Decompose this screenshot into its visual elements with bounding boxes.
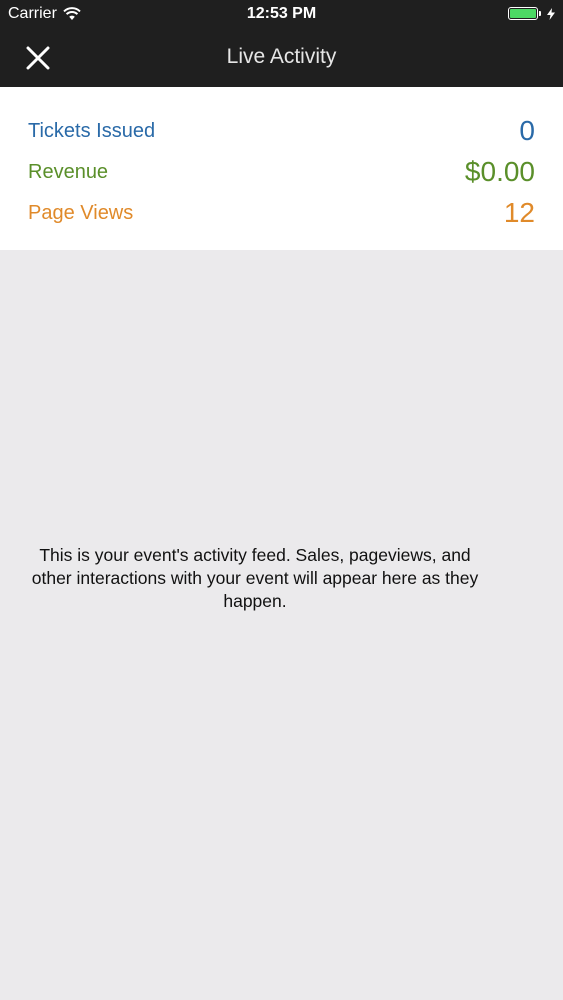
feed-empty-message: This is your event's activity feed. Sale… [31,545,479,611]
stat-value: 12 [503,197,535,228]
battery-tip [539,11,541,16]
stat-value: 0 [519,115,535,146]
stat-value: $0.00 [464,156,535,187]
stat-row-tickets-issued: Tickets Issued 0 [28,111,535,151]
stat-label: Page Views [28,201,134,224]
stat-label: Revenue [28,160,109,183]
stat-label: Tickets Issued [28,119,156,142]
status-bar: Carrier 12:53 PM [0,0,563,30]
battery-group [508,7,555,20]
activity-feed[interactable]: This is your event's activity feed. Sale… [0,250,563,1000]
stat-row-page-views: Page Views 12 [28,193,535,233]
live-activity-screen: Carrier 12:53 PM Live Activity Tickets I… [0,0,563,1000]
header: Carrier 12:53 PM Live Activity [0,0,563,87]
status-time: 12:53 PM [246,5,317,22]
stat-row-revenue: Revenue $0.00 [28,152,535,192]
battery-fill [510,9,536,18]
stats-panel: Tickets Issued 0 Revenue $0.00 Page View… [0,87,563,250]
page-title: Live Activity [226,45,337,68]
battery-icon [508,7,538,20]
charging-bolt-icon [547,7,555,20]
nav-bar: Live Activity [0,30,563,87]
